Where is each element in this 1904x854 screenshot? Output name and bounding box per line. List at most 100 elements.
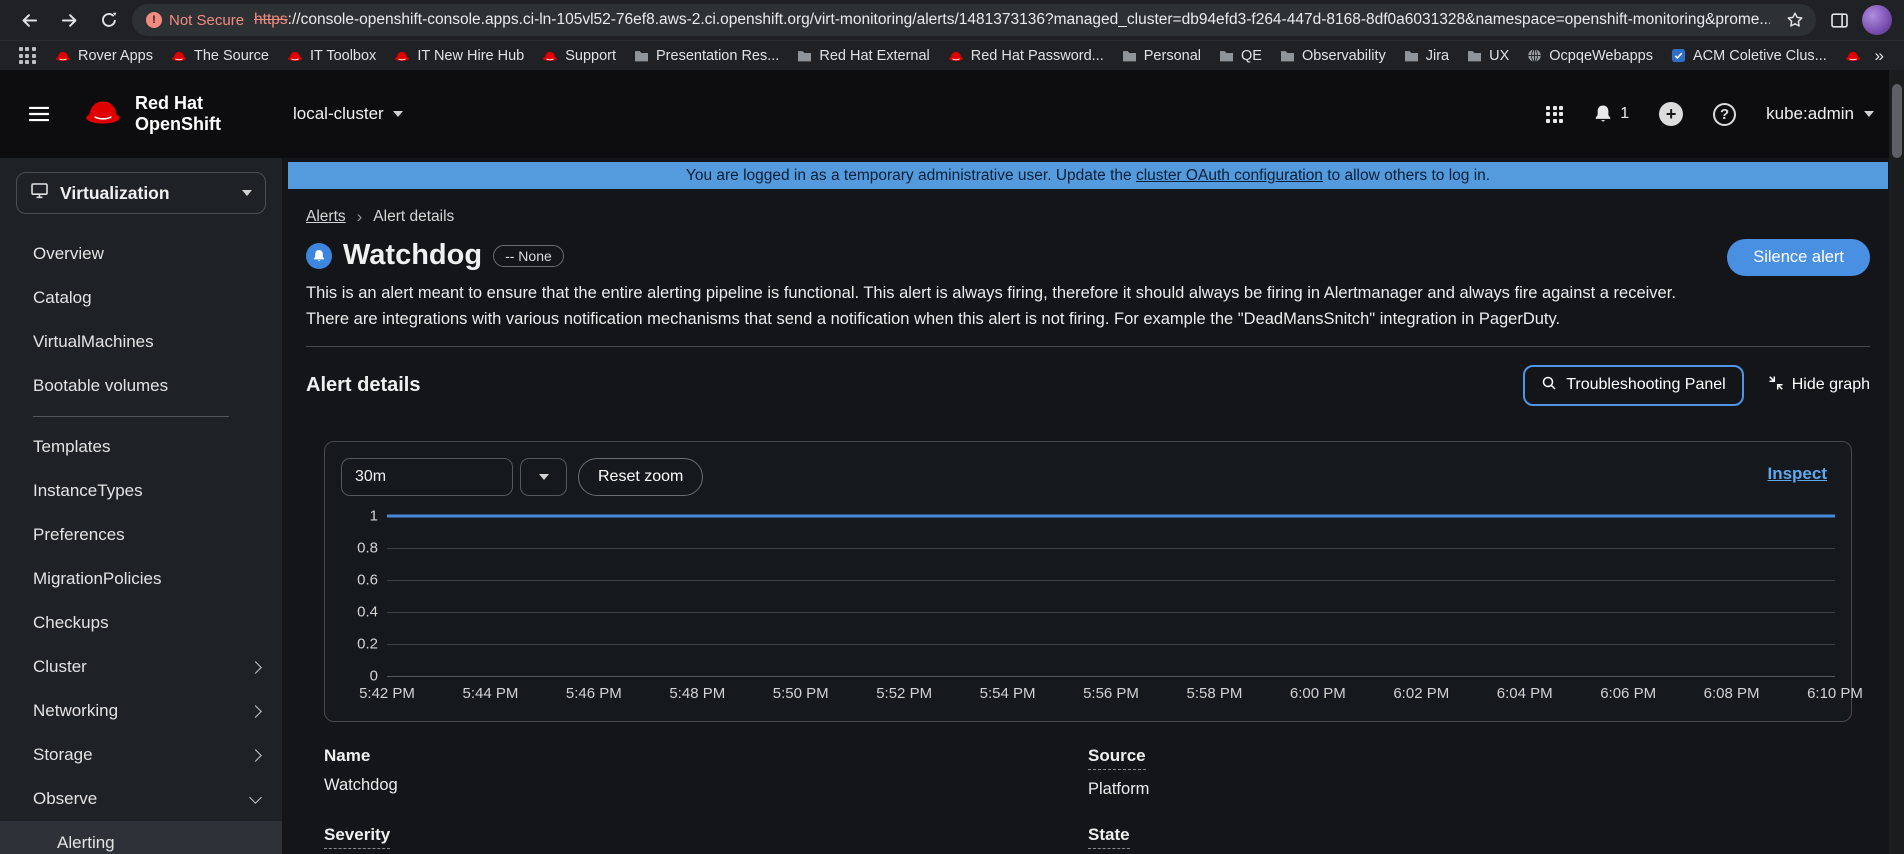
state-label[interactable]: State <box>1088 825 1130 849</box>
redhat-favicon-icon <box>55 50 71 62</box>
sidebar-item-virtualmachines[interactable]: VirtualMachines <box>0 320 282 364</box>
not-secure-badge[interactable]: ! Not Secure <box>146 12 244 29</box>
sidebar-item-alerting[interactable]: Alerting <box>0 821 282 854</box>
sidebar-item-preferences[interactable]: Preferences <box>0 513 282 557</box>
section-title: Alert details <box>306 374 420 397</box>
troubleshooting-panel-button[interactable]: Troubleshooting Panel <box>1523 365 1744 406</box>
sidebar-item-networking[interactable]: Networking <box>0 689 282 733</box>
perspective-switcher[interactable]: Virtualization <box>16 172 266 214</box>
inspect-link[interactable]: Inspect <box>1767 464 1827 484</box>
chart-gridline <box>387 676 1835 677</box>
severity-label[interactable]: Severity <box>324 825 390 849</box>
chart-series-line <box>387 515 1835 518</box>
bookmark-item[interactable]: OcpqeWebapps <box>1518 45 1662 67</box>
quick-create-icon[interactable]: + <box>1659 102 1683 126</box>
source-label[interactable]: Source <box>1088 746 1146 770</box>
sidebar-item-cluster[interactable]: Cluster <box>0 645 282 689</box>
cluster-selector-label: local-cluster <box>293 104 384 124</box>
sidebar-item-observe[interactable]: Observe <box>0 777 282 821</box>
silence-alert-button[interactable]: Silence alert <box>1727 239 1870 276</box>
bookmark-item[interactable]: Rover Apps <box>46 45 162 67</box>
chart-x-tick-label: 5:52 PM <box>876 685 932 702</box>
compress-icon <box>1768 375 1784 396</box>
bookmark-item[interactable]: The Source <box>162 45 278 67</box>
not-secure-icon: ! <box>146 12 162 28</box>
field-name: Name Watchdog <box>324 746 1088 799</box>
bookmark-item[interactable]: UX <box>1458 45 1518 67</box>
logo-line-1: Red Hat <box>135 93 221 114</box>
sidebar: Virtualization OverviewCatalogVirtualMac… <box>0 158 282 854</box>
reload-icon[interactable] <box>92 3 126 37</box>
bookmark-item[interactable]: Red Hat External <box>788 45 938 67</box>
url-bar[interactable]: ! Not Secure https://console-openshift-c… <box>132 4 1816 36</box>
hide-graph-button[interactable]: Hide graph <box>1768 375 1870 396</box>
reset-zoom-button[interactable]: Reset zoom <box>578 458 703 496</box>
banner-text-before: You are logged in as a temporary adminis… <box>686 167 1136 184</box>
chevron-down-icon <box>1864 111 1874 117</box>
user-menu[interactable]: kube:admin <box>1766 104 1874 124</box>
bookmark-item[interactable]: Presentation Res... <box>625 45 788 67</box>
bookmark-item[interactable]: QE <box>1210 45 1271 67</box>
bookmark-item[interactable]: IT New Hire Hub <box>385 45 533 67</box>
cluster-selector[interactable]: local-cluster <box>293 104 403 124</box>
bookmark-star-icon[interactable] <box>1780 5 1810 35</box>
banner-text-after: to allow others to log in. <box>1323 167 1490 184</box>
duration-input[interactable]: 30m <box>341 458 513 496</box>
forward-icon[interactable] <box>52 3 86 37</box>
sidebar-item-label: InstanceTypes <box>33 481 260 501</box>
bookmark-label: UX <box>1489 48 1509 64</box>
page-title: Watchdog <box>343 239 482 272</box>
sidebar-item-label: Networking <box>33 701 251 721</box>
duration-dropdown-toggle[interactable] <box>520 458 567 496</box>
hamburger-menu-icon[interactable] <box>22 97 56 131</box>
bookmark-item[interactable]: Personal <box>1113 45 1210 67</box>
sidebar-item-instancetypes[interactable]: InstanceTypes <box>0 469 282 513</box>
breadcrumb-alerts-link[interactable]: Alerts <box>306 208 346 226</box>
name-value: Watchdog <box>324 776 1088 795</box>
chart-x-tick-label: 6:02 PM <box>1393 685 1449 702</box>
bookmark-item[interactable]: IT Toolbox <box>278 45 385 67</box>
back-icon[interactable] <box>12 3 46 37</box>
side-panel-icon[interactable] <box>1822 3 1856 37</box>
bookmark-item[interactable]: Support <box>533 45 625 67</box>
scrollbar[interactable] <box>1889 70 1904 854</box>
sidebar-item-overview[interactable]: Overview <box>0 232 282 276</box>
bookmark-item[interactable]: Observability <box>1271 45 1395 67</box>
chart-y-tick-label: 1 <box>370 508 378 525</box>
folder-favicon-icon <box>1280 49 1295 62</box>
bookmark-label: OcpqeWebapps <box>1549 48 1653 64</box>
globe-favicon-icon <box>1527 48 1542 63</box>
bookmark-item[interactable]: Jira <box>1395 45 1458 67</box>
apps-grid-icon[interactable] <box>14 43 40 69</box>
url-rest: ://console-openshift-console.apps.ci-ln-… <box>288 11 1770 28</box>
oauth-config-link[interactable]: cluster OAuth configuration <box>1136 167 1323 184</box>
help-icon[interactable]: ? <box>1713 103 1736 126</box>
sidebar-item-migrationpolicies[interactable]: MigrationPolicies <box>0 557 282 601</box>
alert-header: Watchdog -- None This is an alert meant … <box>306 239 1870 332</box>
notification-count: 1 <box>1620 105 1629 123</box>
sidebar-item-templates[interactable]: Templates <box>0 425 282 469</box>
profile-avatar[interactable] <box>1862 5 1892 35</box>
chart-y-tick-label: 0 <box>370 668 378 685</box>
bookmarks-overflow-chevron[interactable]: » <box>1869 46 1890 66</box>
chevron-down-icon <box>393 111 403 117</box>
folder-favicon-icon <box>1404 49 1419 62</box>
sidebar-item-storage[interactable]: Storage <box>0 733 282 777</box>
perspective-label: Virtualization <box>60 183 231 204</box>
breadcrumb-current: Alert details <box>373 208 454 226</box>
app-launcher-icon[interactable] <box>1546 106 1563 123</box>
scrollbar-thumb[interactable] <box>1892 84 1902 158</box>
sidebar-item-checkups[interactable]: Checkups <box>0 601 282 645</box>
redhat-openshift-logo: Red Hat OpenShift <box>82 93 221 134</box>
bookmark-item[interactable]: ACM Coletive Clus... <box>1662 45 1836 67</box>
chevron-down-icon <box>242 190 252 196</box>
bookmark-item[interactable]: Applications | Konf... <box>1836 45 1863 67</box>
bookmark-item[interactable]: Red Hat Password... <box>939 45 1113 67</box>
sidebar-item-catalog[interactable]: Catalog <box>0 276 282 320</box>
sidebar-item-bootable-volumes[interactable]: Bootable volumes <box>0 364 282 408</box>
notifications-bell-icon[interactable]: 1 <box>1593 104 1629 124</box>
field-source: Source Platform <box>1088 746 1852 799</box>
sidebar-divider <box>33 416 229 417</box>
bookmark-label: Presentation Res... <box>656 48 779 64</box>
bookmark-label: The Source <box>194 48 269 64</box>
